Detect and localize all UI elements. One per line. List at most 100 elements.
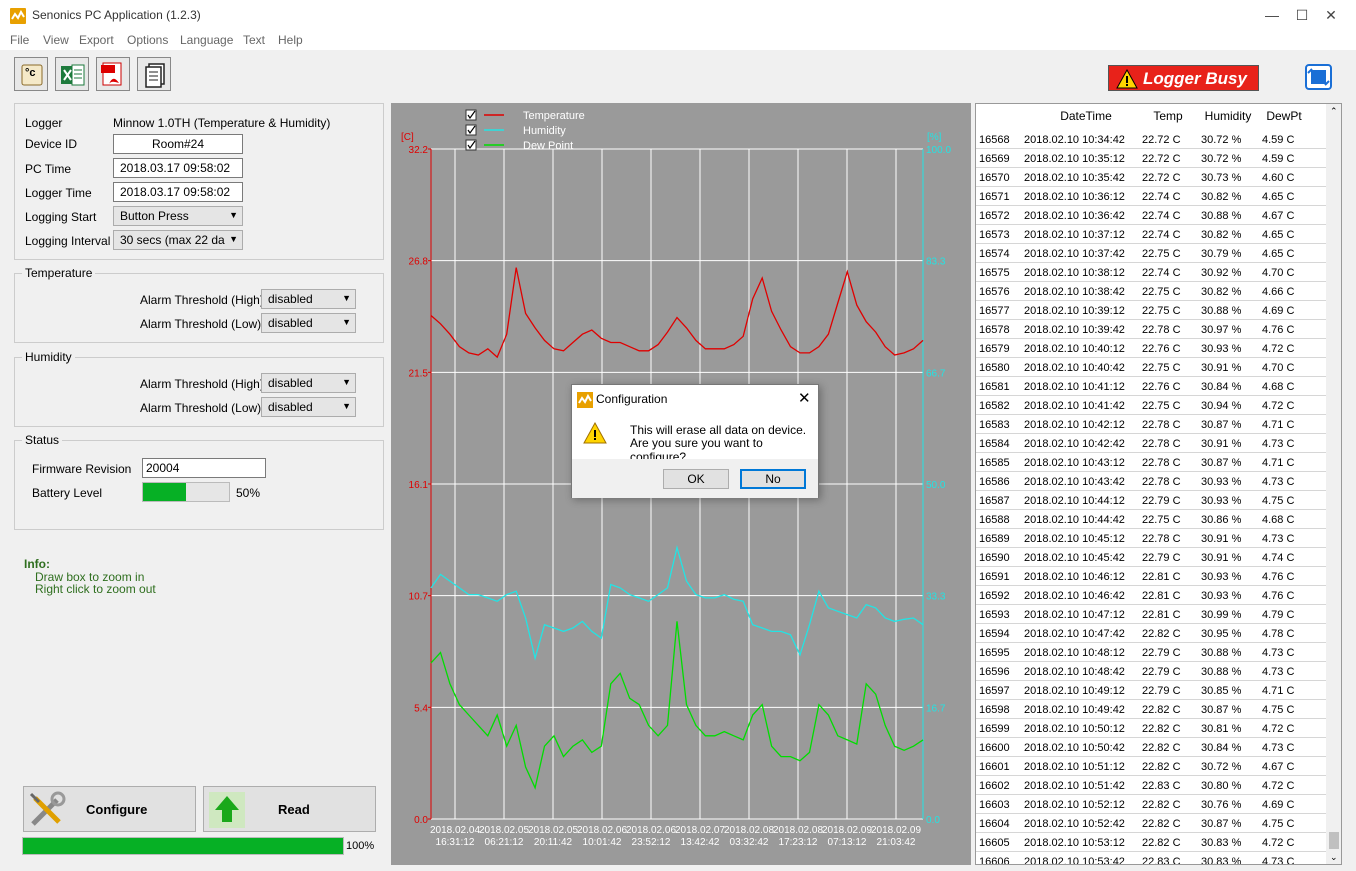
table-row[interactable]: 16585 2018.02.10 10:43:12 22.78 C 30.87 % 4.… [976, 453, 1326, 472]
table-row[interactable]: 16576 2018.02.10 10:38:42 22.75 C 30.82 % 4.… [976, 282, 1326, 301]
left-axis-tick-label: 5.4 [414, 703, 428, 714]
table-row[interactable]: 16592 2018.02.10 10:46:42 22.81 C 30.93 % 4.… [976, 586, 1326, 605]
table-row[interactable]: 16584 2018.02.10 10:42:42 22.78 C 30.91 % 4.… [976, 434, 1326, 453]
data-table[interactable]: 165672018.02.10 10:34:1222.74 C30.79 %4.… [975, 103, 1342, 865]
export-pdf-button[interactable] [96, 57, 130, 91]
table-row[interactable]: 16572 2018.02.10 10:36:42 22.74 C 30.88 % 4.… [976, 206, 1326, 225]
logger-time-field[interactable]: 2018.03.17 09:58:02 [113, 182, 243, 202]
close-window-button[interactable]: ✕ [1311, 4, 1351, 26]
table-row[interactable]: 16590 2018.02.10 10:45:42 22.79 C 30.91 % 4.… [976, 548, 1326, 567]
logging-interval-select[interactable]: 30 secs (max 22 da ▼ [113, 230, 243, 250]
table-row[interactable]: 16579 2018.02.10 10:40:12 22.76 C 30.93 % 4.… [976, 339, 1326, 358]
table-header: DateTime Temp Humidity DewPt [976, 104, 1326, 130]
menu-view[interactable]: View [43, 33, 69, 47]
table-row[interactable]: 16606 2018.02.10 10:53:42 22.83 C 30.83 % 4.… [976, 852, 1326, 865]
hum-low-select[interactable]: disabled ▼ [261, 397, 356, 417]
read-button[interactable]: Read [203, 786, 376, 832]
table-row[interactable]: 16604 2018.02.10 10:52:42 22.82 C 30.87 % 4.… [976, 814, 1326, 833]
table-row[interactable]: 16577 2018.02.10 10:39:12 22.75 C 30.88 % 4.… [976, 301, 1326, 320]
row-datetime: 2018.02.10 10:38:12 [1024, 267, 1125, 279]
pdf-icon [101, 62, 122, 86]
table-row[interactable]: 16573 2018.02.10 10:37:12 22.74 C 30.82 % 4.… [976, 225, 1326, 244]
report-button[interactable] [137, 57, 171, 91]
row-temp: 22.82 C [1142, 837, 1181, 849]
menu-export[interactable]: Export [79, 33, 114, 47]
menu-language[interactable]: Language [180, 33, 233, 47]
table-row[interactable]: 16591 2018.02.10 10:46:12 22.81 C 30.93 % 4.… [976, 567, 1326, 586]
table-row[interactable]: 16571 2018.02.10 10:36:12 22.74 C 30.82 % 4.… [976, 187, 1326, 206]
row-temp: 22.72 C [1142, 172, 1181, 184]
row-datetime: 2018.02.10 10:37:42 [1024, 248, 1125, 260]
row-datetime: 2018.02.10 10:39:12 [1024, 305, 1125, 317]
menu-options[interactable]: Options [127, 33, 168, 47]
table-row[interactable]: 16574 2018.02.10 10:37:42 22.75 C 30.79 % 4.… [976, 244, 1326, 263]
scroll-thumb[interactable] [1329, 832, 1339, 849]
row-dewpt: 4.73 C [1262, 476, 1295, 488]
table-row[interactable]: 16597 2018.02.10 10:49:12 22.79 C 30.85 % 4.… [976, 681, 1326, 700]
pc-time-field[interactable]: 2018.03.17 09:58:02 [113, 158, 243, 178]
table-row[interactable]: 16593 2018.02.10 10:47:12 22.81 C 30.99 % 4.… [976, 605, 1326, 624]
row-dewpt: 4.74 C [1262, 552, 1295, 564]
table-row[interactable]: 16578 2018.02.10 10:39:42 22.78 C 30.97 % 4.… [976, 320, 1326, 339]
celsius-button[interactable]: °c [14, 57, 48, 91]
col-header-datetime[interactable]: DateTime [1026, 109, 1146, 123]
table-row[interactable]: 16568 2018.02.10 10:34:42 22.72 C 30.72 % 4.… [976, 130, 1326, 149]
table-row[interactable]: 16598 2018.02.10 10:49:42 22.82 C 30.87 % 4.… [976, 700, 1326, 719]
table-row[interactable]: 16600 2018.02.10 10:50:42 22.82 C 30.84 % 4.… [976, 738, 1326, 757]
firmware-field[interactable]: 20004 [142, 458, 266, 478]
table-row[interactable]: 16601 2018.02.10 10:51:12 22.82 C 30.72 % 4.… [976, 757, 1326, 776]
menu-text[interactable]: Text [243, 33, 265, 47]
row-index: 16606 [979, 856, 1010, 865]
table-row[interactable]: 16588 2018.02.10 10:44:42 22.75 C 30.86 % 4.… [976, 510, 1326, 529]
table-row[interactable]: 16587 2018.02.10 10:44:12 22.79 C 30.93 % 4.… [976, 491, 1326, 510]
table-row[interactable]: 16570 2018.02.10 10:35:42 22.72 C 30.73 % 4.… [976, 168, 1326, 187]
logging-start-select[interactable]: Button Press ▼ [113, 206, 243, 226]
chevron-down-icon: ▼ [342, 317, 351, 327]
table-row[interactable]: 16589 2018.02.10 10:45:12 22.78 C 30.91 % 4.… [976, 529, 1326, 548]
table-row[interactable]: 16599 2018.02.10 10:50:12 22.82 C 30.81 % 4.… [976, 719, 1326, 738]
menu-help[interactable]: Help [278, 33, 303, 47]
row-humidity: 30.84 % [1201, 742, 1242, 754]
row-datetime: 2018.02.10 10:40:42 [1024, 362, 1125, 374]
dialog-ok-button[interactable]: OK [663, 469, 729, 489]
table-row[interactable]: 16605 2018.02.10 10:53:12 22.82 C 30.83 % 4.… [976, 833, 1326, 852]
temp-low-select[interactable]: disabled ▼ [261, 313, 356, 333]
row-datetime: 2018.02.10 10:53:42 [1024, 856, 1125, 865]
temp-high-select[interactable]: disabled ▼ [261, 289, 356, 309]
table-row[interactable]: 16583 2018.02.10 10:42:12 22.78 C 30.87 % 4.… [976, 415, 1326, 434]
row-humidity: 30.87 % [1201, 818, 1242, 830]
dialog-title: Configuration [596, 392, 668, 406]
scroll-up-icon[interactable]: ⌃ [1330, 106, 1338, 117]
table-row[interactable]: 16602 2018.02.10 10:51:42 22.83 C 30.80 % 4.… [976, 776, 1326, 795]
col-header-temp[interactable]: Temp [1143, 109, 1193, 123]
sync-icon[interactable] [1305, 64, 1332, 90]
col-header-humidity[interactable]: Humidity [1198, 109, 1258, 123]
dialog-close-button[interactable]: ✕ [798, 389, 811, 407]
table-row[interactable]: 16580 2018.02.10 10:40:42 22.75 C 30.91 % 4.… [976, 358, 1326, 377]
table-row[interactable]: 16595 2018.02.10 10:48:12 22.79 C 30.88 % 4.… [976, 643, 1326, 662]
logging-start-value: Button Press [120, 209, 189, 223]
menu-file[interactable]: File [10, 33, 29, 47]
table-row[interactable]: 16596 2018.02.10 10:48:42 22.79 C 30.88 % 4.… [976, 662, 1326, 681]
col-header-dewpt[interactable]: DewPt [1259, 109, 1309, 123]
export-excel-button[interactable] [55, 57, 89, 91]
configure-button[interactable]: Configure [23, 786, 196, 832]
table-row[interactable]: 16586 2018.02.10 10:43:42 22.78 C 30.93 % 4.… [976, 472, 1326, 491]
table-row[interactable]: 16603 2018.02.10 10:52:12 22.82 C 30.76 % 4.… [976, 795, 1326, 814]
scroll-down-icon[interactable]: ⌄ [1330, 852, 1338, 863]
title-bar: Senonics PC Application (1.2.3) — ☐ ✕ [0, 0, 1356, 30]
dialog-no-button[interactable]: No [740, 469, 806, 489]
device-id-field[interactable]: Room#24 [113, 134, 243, 154]
table-row[interactable]: 16581 2018.02.10 10:41:12 22.76 C 30.84 % 4.… [976, 377, 1326, 396]
row-index: 16586 [979, 476, 1010, 488]
table-row[interactable]: 16569 2018.02.10 10:35:12 22.72 C 30.72 % 4.… [976, 149, 1326, 168]
row-humidity: 30.81 % [1201, 723, 1242, 735]
row-datetime: 2018.02.10 10:41:42 [1024, 400, 1125, 412]
table-row[interactable]: 16582 2018.02.10 10:41:42 22.75 C 30.94 % 4.… [976, 396, 1326, 415]
row-humidity: 30.82 % [1201, 286, 1242, 298]
hum-high-select[interactable]: disabled ▼ [261, 373, 356, 393]
row-datetime: 2018.02.10 10:35:12 [1024, 153, 1125, 165]
table-row[interactable]: 16594 2018.02.10 10:47:42 22.82 C 30.95 % 4.… [976, 624, 1326, 643]
table-row[interactable]: 16575 2018.02.10 10:38:12 22.74 C 30.92 % 4.… [976, 263, 1326, 282]
table-scrollbar[interactable]: ⌃ ⌄ [1326, 104, 1341, 864]
